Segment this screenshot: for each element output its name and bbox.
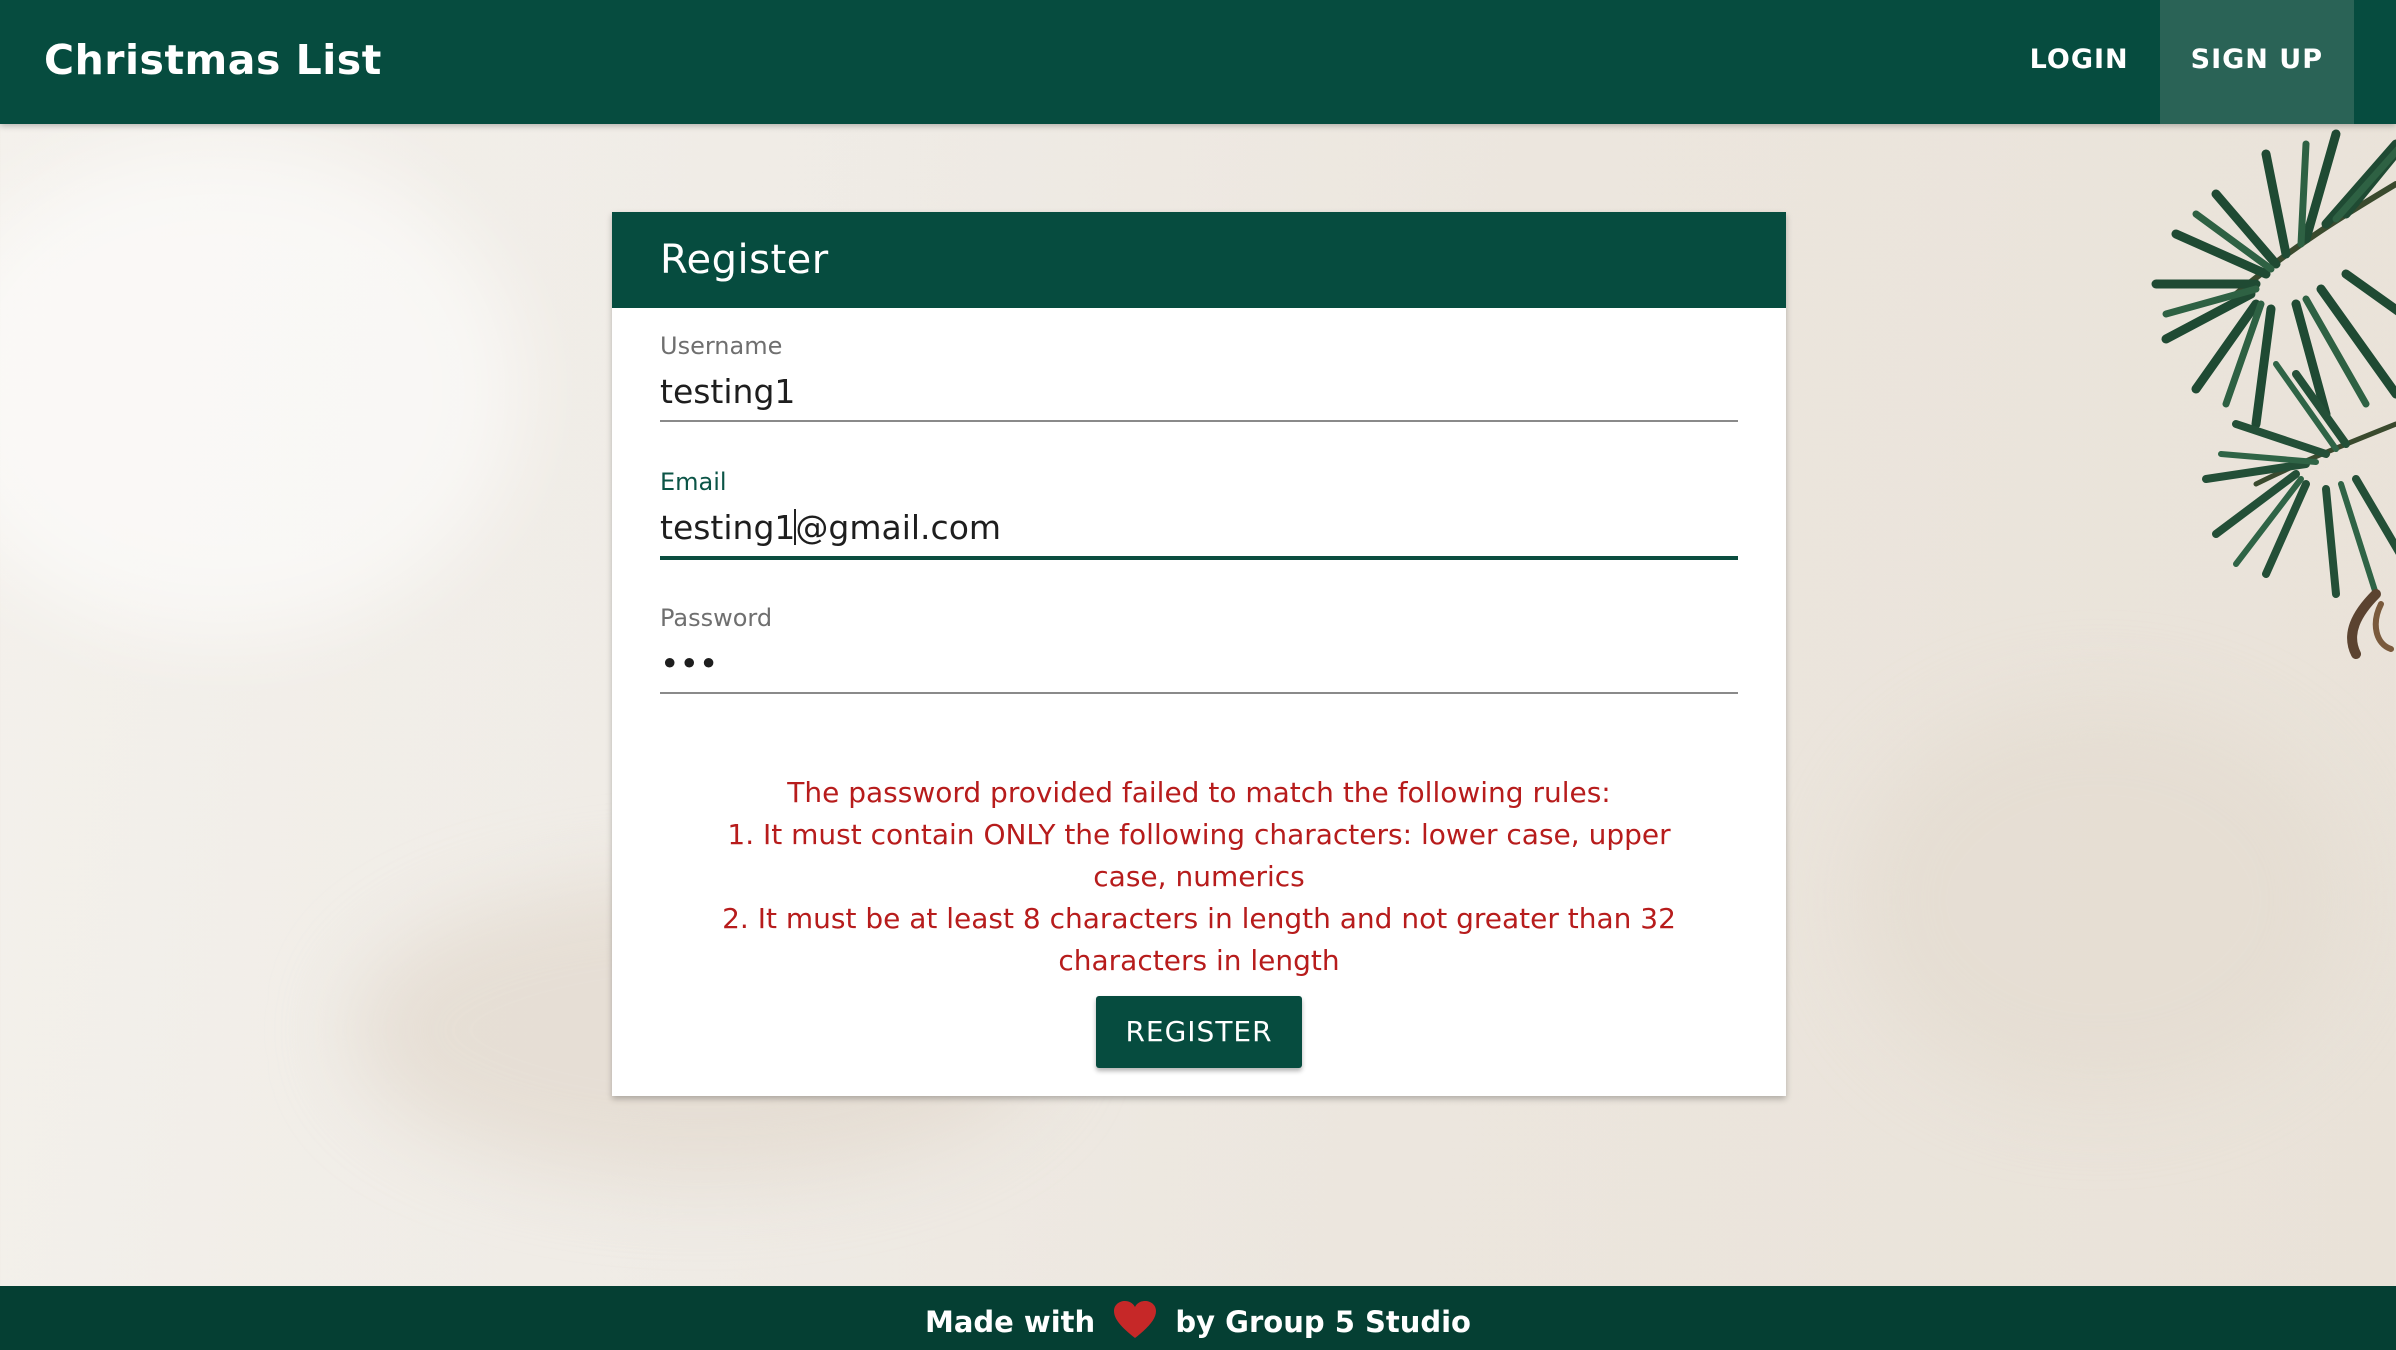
username-underline [660,420,1738,422]
pine-branch-decoration [2151,129,2396,659]
background-bokeh [0,140,520,640]
email-value-after-caret: @gmail.com [795,508,1002,547]
nav-login-link[interactable]: LOGIN [1999,0,2160,124]
email-input[interactable]: testing1@gmail.com [660,504,1738,556]
nav-signup-link[interactable]: SIGN UP [2159,0,2354,124]
app-title[interactable]: Christmas List [44,0,382,124]
error-rule-1: 1. It must contain ONLY the following ch… [727,818,1671,893]
username-field[interactable]: Username testing1 [660,332,1738,422]
register-button[interactable]: REGISTER [1096,996,1302,1068]
background-bokeh [1850,700,2350,1100]
error-intro: The password provided failed to match th… [787,776,1611,809]
email-label: Email [660,468,727,496]
footer-text-before: Made with [924,1305,1096,1339]
password-field[interactable]: Password ••• [660,604,1738,694]
password-error-message: The password provided failed to match th… [660,772,1738,982]
top-navbar: Christmas List LOGIN SIGN UP [0,0,2396,124]
register-card: Register Username testing1 Email testing… [612,212,1786,1096]
heart-icon [1114,1301,1157,1338]
footer: Made with by Group 5 Studio [0,1286,2396,1350]
footer-text-after: by Group 5 Studio [1175,1305,1471,1339]
nav-menu: LOGIN SIGN UP [1999,0,2354,124]
password-underline [660,692,1738,694]
email-field[interactable]: Email testing1@gmail.com [660,468,1738,560]
password-input[interactable]: ••• [660,640,1738,692]
username-label: Username [660,332,783,360]
email-underline [660,556,1738,560]
email-value-before-caret: testing1 [660,508,796,547]
username-input[interactable]: testing1 [660,368,1738,420]
password-label: Password [660,604,773,632]
error-rule-2: 2. It must be at least 8 characters in l… [722,902,1676,977]
register-card-title: Register [612,212,1786,308]
